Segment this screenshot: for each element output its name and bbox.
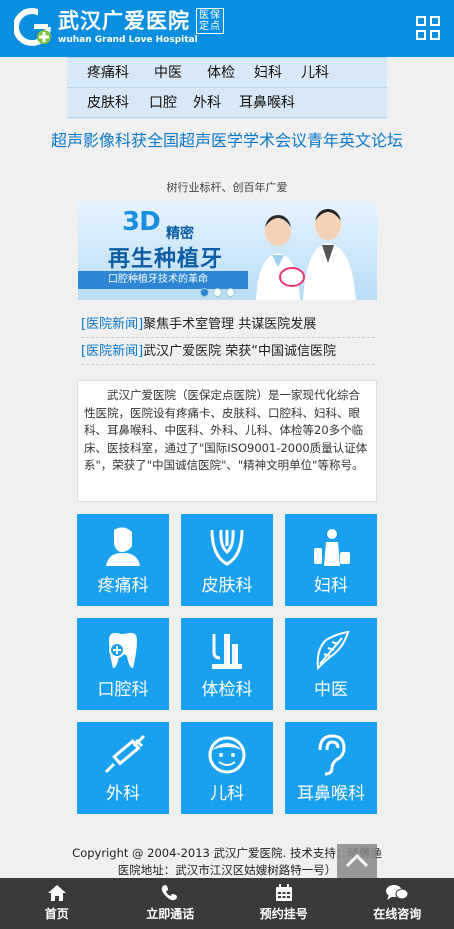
tooth-icon — [109, 632, 137, 668]
dept-label: 体检科 — [201, 680, 253, 700]
news-text: 武汉广爱医院 荣获“中国诚信医院 — [143, 344, 337, 359]
carousel-dot[interactable] — [213, 288, 222, 297]
article-title[interactable]: 超声影像科获全国超声医学学术会议青年英文论坛 — [50, 128, 404, 153]
logo-name: 武汉广爱医院 — [58, 9, 190, 33]
dept-tile-gynecology[interactable]: 妇科 — [285, 514, 377, 606]
back-to-top-button[interactable] — [337, 844, 377, 878]
nav-item-surgery[interactable]: 外科 — [187, 88, 231, 118]
dept-tile-tcm[interactable]: 中医 — [285, 618, 377, 710]
copyright-text: Copyright @ 2004-2013 武汉广爱医院. 技术支持：晓傅渔 — [72, 846, 382, 860]
banner-headline: 再生种植牙 — [108, 247, 224, 272]
skin-icon — [210, 529, 244, 566]
doctors-illustration — [256, 209, 356, 300]
ear-icon — [318, 734, 346, 776]
dept-label: 耳鼻喉科 — [297, 784, 365, 804]
nav-item-ent[interactable]: 耳鼻喉科 — [231, 88, 305, 118]
banner-badge-suffix: 精密 — [166, 226, 194, 242]
chat-icon — [386, 885, 409, 900]
calendar-icon — [275, 884, 292, 901]
carousel-dot[interactable] — [200, 288, 209, 297]
bottom-nav-label: 首页 — [44, 907, 69, 921]
person-icon — [106, 527, 140, 566]
herb-icon — [316, 630, 350, 670]
header: 武汉广爱医院 医保 定点 wuhan Grand Love Hospital — [0, 0, 454, 57]
logo-mark-icon — [13, 7, 52, 47]
dept-tile-ent[interactable]: 耳鼻喉科 — [285, 722, 377, 814]
chevron-up-icon — [345, 853, 369, 868]
nav-item-pain[interactable]: 疼痛科 — [67, 58, 139, 88]
banner-strip: 口腔种植牙技术的革命 — [78, 271, 248, 289]
badge-line-1: 医保 — [199, 10, 221, 21]
bottom-nav-home[interactable]: 首页 — [0, 878, 114, 929]
nav-item-dental[interactable]: 口腔 — [139, 88, 187, 118]
nav-item-gynecology[interactable]: 妇科 — [245, 58, 292, 88]
logo-english-name: wuhan Grand Love Hospital — [58, 35, 198, 45]
hospital-intro: 武汉广爱医院（医保定点医院）是一家现代化综合性医院，医院设有疼痛卡、皮肤科、口腔… — [77, 380, 377, 502]
child-face-icon — [208, 736, 246, 774]
dept-tile-dental[interactable]: 口腔科 — [77, 618, 169, 710]
bottom-nav-appointment[interactable]: 预约挂号 — [227, 878, 341, 929]
category-nav: 疼痛科 中医 体检 妇科 儿科 皮肤科 口腔 外科 耳鼻喉科 — [67, 57, 387, 119]
dept-label: 儿科 — [210, 784, 244, 804]
dept-label: 中医 — [314, 680, 348, 700]
carousel-dot[interactable] — [226, 288, 235, 297]
nav-item-tcm[interactable]: 中医 — [139, 58, 192, 88]
bottom-nav: 首页 立即通话 预约挂号 在线咨询 — [0, 878, 454, 929]
nav-row-2: 皮肤科 口腔 外科 耳鼻喉科 — [67, 88, 387, 118]
nav-row-1: 疼痛科 中医 体检 妇科 儿科 — [67, 58, 387, 88]
syringe-icon — [104, 734, 146, 774]
home-icon — [47, 885, 66, 901]
bottom-nav-consult[interactable]: 在线咨询 — [341, 878, 454, 929]
dept-tile-checkup[interactable]: 体检科 — [181, 618, 273, 710]
dept-tile-surgery[interactable]: 外科 — [77, 722, 169, 814]
promo-banner[interactable]: 3D 精密 再生种植牙 口腔种植牙技术的革命 — [78, 201, 377, 300]
dept-label: 外科 — [106, 784, 140, 804]
site-footer-info: Copyright @ 2004-2013 武汉广爱医院. 技术支持：晓傅渔 医… — [0, 845, 454, 879]
nav-item-checkup[interactable]: 体检 — [192, 58, 245, 88]
women-icon — [314, 529, 350, 566]
medical-insurance-badge: 医保 定点 — [196, 8, 224, 34]
grid-menu-icon[interactable] — [416, 16, 440, 40]
address-text: 医院地址：武汉市江汉区姑嫂树路特一号） — [117, 863, 337, 877]
badge-line-2: 定点 — [199, 21, 221, 32]
carousel-dots — [200, 288, 235, 297]
dept-label: 口腔科 — [97, 680, 149, 700]
banner-3d-badge: 3D — [122, 207, 161, 237]
dept-label: 疼痛科 — [97, 576, 149, 596]
hospital-logo[interactable]: 武汉广爱医院 医保 定点 wuhan Grand Love Hospital — [13, 7, 224, 47]
dept-tile-pain[interactable]: 疼痛科 — [77, 514, 169, 606]
dept-label: 皮肤科 — [201, 576, 253, 596]
news-tag: [医院新闻] — [81, 317, 144, 332]
nav-item-dermatology[interactable]: 皮肤科 — [67, 88, 139, 118]
bottom-nav-call[interactable]: 立即通话 — [114, 878, 228, 929]
news-item[interactable]: [医院新闻]聚焦手术室管理 共谋医院发展 — [81, 312, 375, 338]
news-text: 聚焦手术室管理 共谋医院发展 — [143, 317, 317, 332]
checkup-icon — [212, 634, 242, 669]
bottom-nav-label: 立即通话 — [146, 907, 195, 921]
dept-tile-dermatology[interactable]: 皮肤科 — [181, 514, 273, 606]
phone-icon — [161, 885, 178, 901]
dept-tile-pediatrics[interactable]: 儿科 — [181, 722, 273, 814]
bottom-nav-label: 预约挂号 — [259, 907, 308, 921]
bottom-nav-label: 在线咨询 — [373, 907, 422, 921]
dept-label: 妇科 — [314, 576, 348, 596]
news-item[interactable]: [医院新闻]武汉广爱医院 荣获“中国诚信医院 — [81, 339, 375, 365]
article-subtitle: 树行业标杆、创百年广爱 — [166, 181, 288, 194]
nav-item-pediatrics[interactable]: 儿科 — [292, 58, 339, 88]
news-tag: [医院新闻] — [81, 344, 144, 359]
